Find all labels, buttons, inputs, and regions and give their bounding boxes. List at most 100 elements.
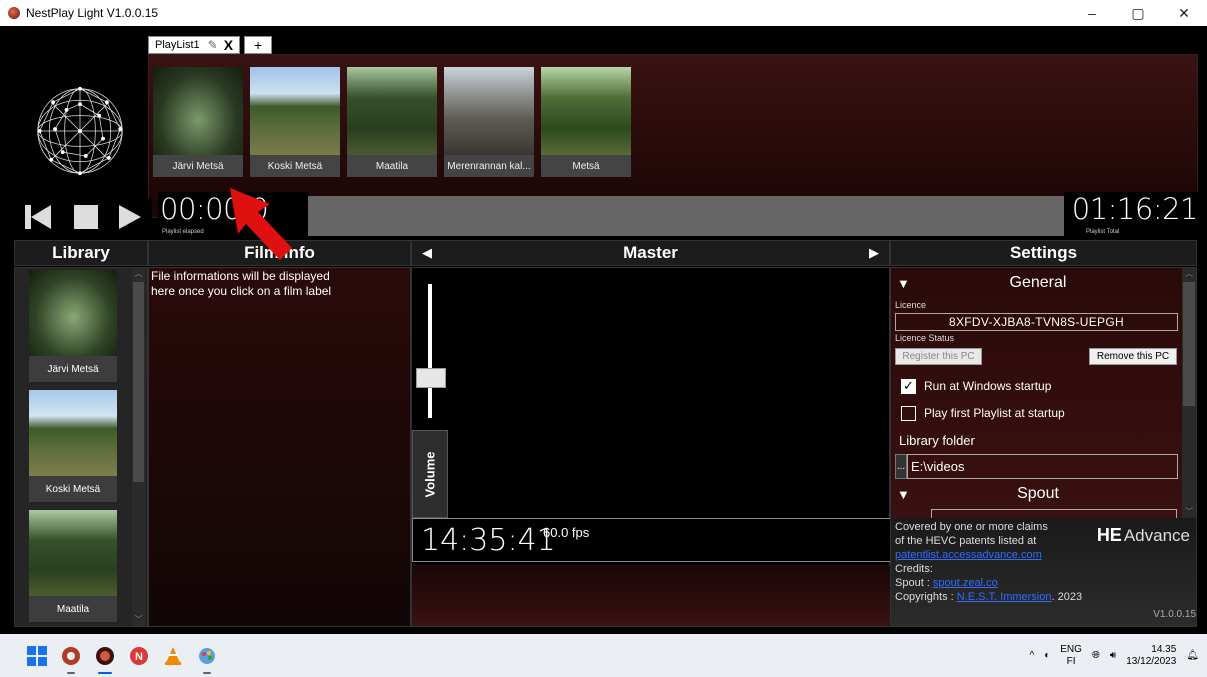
library-item-label: Maatila	[29, 596, 117, 622]
scrollbar-thumb[interactable]	[133, 282, 144, 482]
library-item-label: Koski Metsä	[29, 476, 117, 502]
scroll-down-icon[interactable]: ﹀	[132, 614, 145, 626]
thumbnail-image	[29, 270, 117, 356]
stop-button[interactable]	[64, 198, 108, 236]
tab-playlist1[interactable]: PlayList1 ✎ X	[148, 36, 241, 54]
library-item[interactable]: Järvi Metsä	[29, 270, 117, 382]
version-label: V1.0.0.15	[1153, 609, 1196, 620]
volume-tab[interactable]: Volume	[412, 430, 448, 518]
window-title: NestPlay Light V1.0.0.15	[26, 6, 159, 20]
nestplay-taskbar-icon[interactable]	[94, 645, 116, 674]
play-first-row[interactable]: Play first Playlist at startup	[901, 403, 1065, 423]
library-item[interactable]: Maatila	[29, 510, 117, 622]
red-arrow-icon	[230, 188, 292, 260]
language-bottom: FI	[1066, 655, 1076, 667]
total-caption: Playlist Total	[1086, 229, 1120, 235]
settings-panel: ▼ General Licence 8XFDV-XJBA8-TVN8S-UEPG…	[890, 267, 1197, 627]
run-at-startup-row[interactable]: ✓ Run at Windows startup	[901, 376, 1051, 396]
tab-label: PlayList1	[155, 39, 200, 51]
section-title: General	[1009, 274, 1067, 291]
master-header: ◀ Master ▶	[411, 240, 890, 266]
minimize-button[interactable]: –	[1069, 0, 1115, 26]
maximize-button[interactable]: ▢	[1115, 0, 1161, 26]
clock-area[interactable]: 14.35 13/12/2023	[1126, 644, 1176, 668]
playlist-tabs: PlayList1 ✎ X +	[148, 36, 273, 54]
system-tray: ^ ◐ ENG FI 🌐︎ 🔊︎ 14.35 13/12/2023 🔔︎	[1020, 634, 1200, 677]
previous-button[interactable]	[16, 198, 60, 236]
spout-section-header[interactable]: ▼ Spout	[895, 483, 1181, 507]
master-clock: 14:35:41 60.0 fps	[412, 518, 891, 562]
clock-time: 14:35:41	[421, 523, 556, 558]
playlist-item[interactable]: Koski Metsä	[250, 67, 340, 177]
library-item[interactable]: Koski Metsä	[29, 390, 117, 502]
spout-prefix: Spout :	[895, 577, 933, 589]
run-at-startup-checkbox[interactable]: ✓	[901, 378, 916, 394]
playlist-item[interactable]: Metsä	[541, 67, 631, 177]
thumbnail-image	[153, 67, 243, 155]
remove-pc-button[interactable]: Remove this PC	[1089, 348, 1177, 365]
network-app-icon[interactable]: ◐	[1044, 650, 1050, 662]
close-button[interactable]: ✕	[1161, 0, 1207, 26]
windows-start-icon[interactable]	[26, 645, 48, 667]
transport-bar: 00:00:0 Playlist elapsed 01:16:21 Playli…	[14, 192, 1200, 236]
tab-close-button[interactable]: X	[224, 37, 233, 53]
play-first-checkbox[interactable]	[901, 405, 916, 421]
thumbnail-image	[29, 510, 117, 596]
master-title: Master	[623, 243, 678, 262]
playlist-item[interactable]: Maatila	[347, 67, 437, 177]
master-prev-button[interactable]: ◀	[422, 245, 432, 261]
brush-icon[interactable]: ✎	[208, 38, 218, 52]
scrollbar-thumb[interactable]	[1183, 282, 1195, 406]
general-section-header[interactable]: ▼ General	[895, 272, 1181, 296]
n-app-icon[interactable]: N	[128, 645, 150, 667]
volume-slider-thumb[interactable]	[416, 368, 446, 388]
speaker-icon[interactable]: 🔊︎	[1110, 650, 1116, 662]
app-window: PlayList1 ✎ X + Järvi Metsä Koski Metsä …	[0, 26, 1207, 634]
patent-link[interactable]: patentlist.accessadvance.com	[895, 549, 1042, 561]
globe-icon[interactable]: 🌐︎	[1092, 650, 1100, 662]
library-item-label: Järvi Metsä	[29, 356, 117, 382]
vlc-icon[interactable]	[162, 645, 184, 667]
playlist-total: 01:16:21 Playlist Total	[1064, 192, 1200, 236]
library-folder-row: ... E:\videos	[895, 454, 1178, 479]
add-tab-button[interactable]: +	[244, 36, 273, 54]
spout-link[interactable]: spout.zeal.co	[933, 577, 998, 589]
library-folder-input[interactable]: E:\videos	[907, 454, 1178, 479]
tray-chevron-icon[interactable]: ^	[1030, 650, 1035, 662]
register-pc-button[interactable]: Register this PC	[895, 348, 982, 365]
playlist-item-label: Metsä	[541, 155, 631, 177]
app-icon-red[interactable]	[60, 645, 82, 674]
thumbnail-image	[29, 390, 117, 476]
run-at-startup-label: Run at Windows startup	[924, 379, 1052, 393]
total-time: 01:16:21	[1071, 192, 1199, 226]
copyright-year: . 2023	[1051, 591, 1083, 603]
volume-slider-track[interactable]	[428, 284, 432, 418]
nestplay-logo	[14, 46, 146, 216]
settings-scrollbar[interactable]: ︿ ﹀	[1182, 268, 1196, 518]
scroll-up-icon[interactable]: ︿	[1182, 268, 1196, 280]
paint-app-icon[interactable]	[196, 645, 218, 674]
credits-label: Credits:	[895, 563, 933, 575]
library-scrollbar[interactable]: ︿ ﹀	[132, 268, 145, 626]
volume-label: Volume	[422, 451, 438, 497]
playlist-progress-bar[interactable]	[288, 196, 1072, 236]
section-title: Spout	[1017, 485, 1059, 502]
licence-key-field[interactable]: 8XFDV-XJBA8-TVN8S-UEPGH	[895, 313, 1178, 331]
play-button[interactable]	[108, 198, 152, 236]
svg-text:N: N	[135, 651, 143, 663]
spout-field[interactable]	[931, 509, 1177, 518]
playlist-item-label: Merenrannan kal...	[444, 155, 534, 177]
browse-folder-button[interactable]: ...	[895, 454, 907, 479]
master-next-button[interactable]: ▶	[869, 245, 879, 261]
notification-icon[interactable]: 🔔︎	[1186, 650, 1199, 662]
playlist-item[interactable]: Järvi Metsä	[153, 67, 243, 177]
legal-info: Covered by one or more claims of the HEV…	[891, 518, 1196, 626]
scroll-down-icon[interactable]: ﹀	[1182, 506, 1196, 518]
playlist-item[interactable]: Merenrannan kal...	[444, 67, 534, 177]
skip-back-icon	[25, 205, 51, 229]
copyright-link[interactable]: N.E.S.T. Immersion	[957, 591, 1052, 603]
master-footer	[412, 564, 891, 626]
language-indicator[interactable]: ENG FI	[1060, 644, 1082, 668]
master-panel: Volume 14:35:41 60.0 fps	[411, 267, 891, 627]
scroll-up-icon[interactable]: ︿	[132, 268, 145, 280]
